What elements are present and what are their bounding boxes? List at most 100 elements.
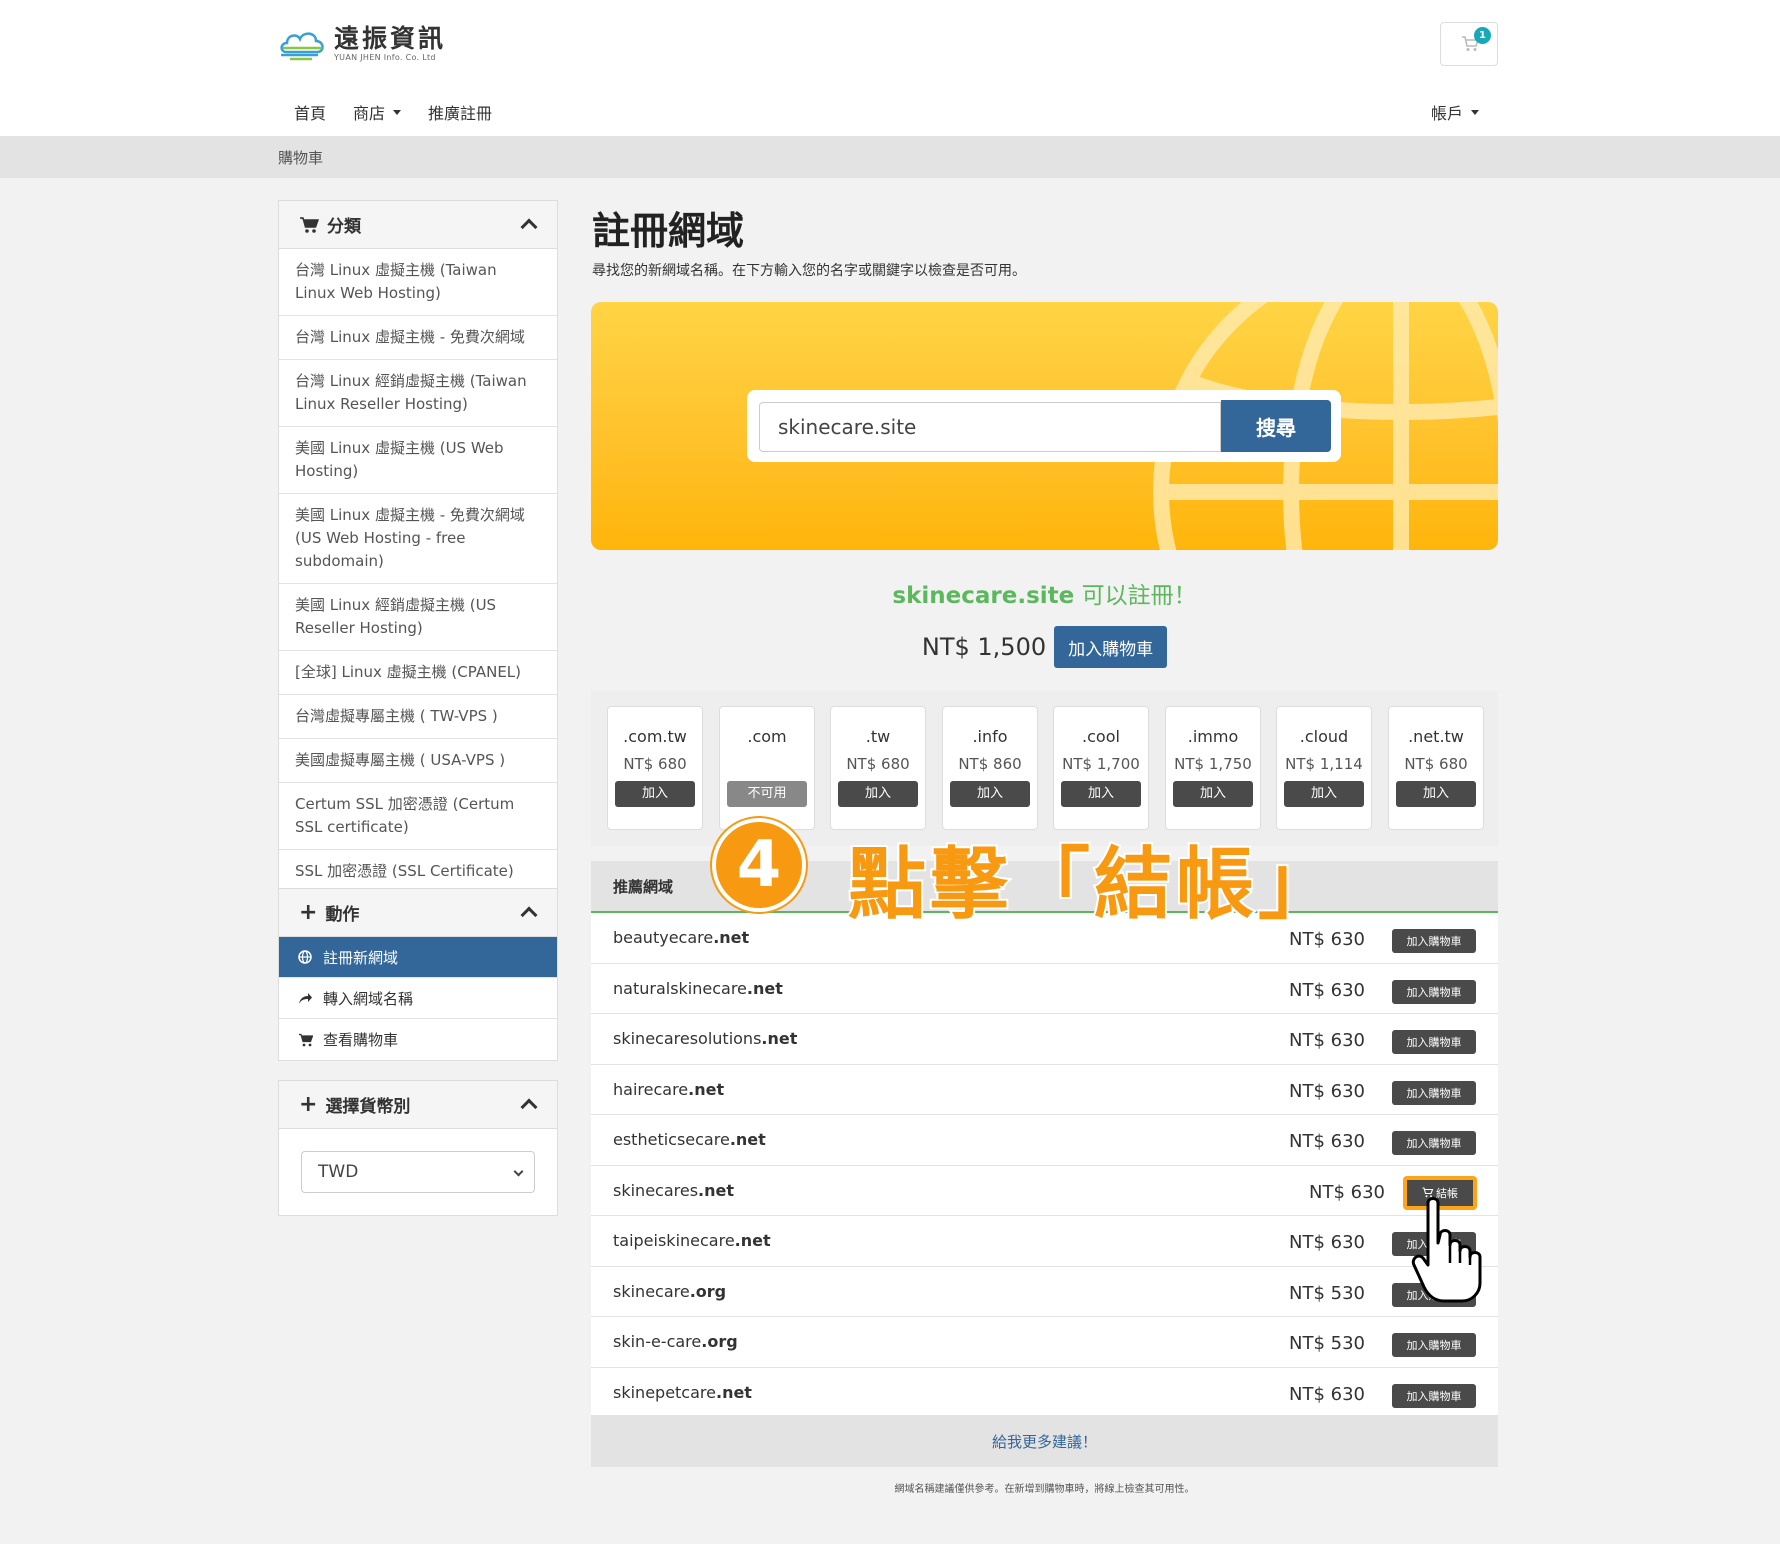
brand-name-en: YUAN JHEN Info. Co. Ltd	[334, 52, 436, 62]
chevron-up-icon[interactable]	[520, 906, 538, 924]
suggestion-domain: estheticsecare.net	[613, 1130, 766, 1149]
tld-price: NT$ 1,750	[1174, 755, 1252, 773]
tld-name: .info	[972, 727, 1008, 746]
cloud-logo-icon	[280, 32, 324, 61]
nav-account[interactable]: 帳戶	[1431, 100, 1480, 124]
tld-name: .immo	[1187, 727, 1239, 746]
tld-add-button[interactable]: 加入	[615, 781, 695, 807]
action-transfer-domain[interactable]: 轉入網域名稱	[279, 978, 557, 1019]
tld-card: .tw NT$ 680 加入	[830, 706, 926, 830]
tld-add-button[interactable]: 加入	[1061, 781, 1141, 807]
tld-add-button[interactable]: 加入	[1284, 781, 1364, 807]
tld-price: NT$ 680	[846, 755, 910, 773]
add-to-cart-button[interactable]: 加入購物車	[1392, 929, 1476, 953]
categories-title: 分類	[327, 217, 361, 237]
suggestion-row: naturalskinecare.net NT$ 630 加入購物車	[591, 964, 1498, 1014]
pointer-hand-icon	[1411, 1197, 1482, 1303]
add-to-cart-button[interactable]: 加入購物車	[1392, 1333, 1476, 1357]
currency-header[interactable]: + 選擇貨幣別	[279, 1081, 557, 1129]
action-register-domain[interactable]: 註冊新網域	[279, 937, 557, 978]
domain-tld: .net	[746, 978, 783, 998]
categories-header[interactable]: 分類	[279, 201, 557, 249]
category-item[interactable]: [全球] Linux 虛擬主機 (CPANEL)	[279, 651, 557, 695]
domain-sld: estheticsecare	[613, 1130, 730, 1149]
main-nav: 首頁 商店 推廣註冊	[294, 100, 519, 124]
chevron-up-icon[interactable]	[520, 1098, 538, 1116]
add-to-cart-button[interactable]: 加入購物車	[1392, 979, 1476, 1004]
nav-affiliate[interactable]: 推廣註冊	[428, 100, 492, 124]
suggestions-footnote: 網域名稱建議僅供參考。在新增到購物車時，將線上檢查其可用性。	[894, 1484, 1195, 1495]
actions-panel: + 動作 註冊新網域 轉入網域名稱 查看購物車	[278, 888, 558, 1061]
cart-icon	[297, 1033, 313, 1047]
suggestion-row: skinecares.net NT$ 630 結帳	[591, 1166, 1498, 1216]
category-item[interactable]: 美國 Linux 虛擬主機 (US Web Hosting)	[279, 427, 557, 494]
tld-price: NT$ 1,700	[1062, 755, 1140, 773]
tld-add-button[interactable]: 加入	[950, 781, 1030, 807]
add-to-cart-button[interactable]: 加入購物車	[1392, 1383, 1476, 1408]
add-to-cart-button[interactable]: 加入購物車	[1392, 1080, 1476, 1105]
tld-card: .com.tw NT$ 680 加入	[607, 706, 703, 830]
suggestion-price: NT$ 530	[1289, 1282, 1365, 1304]
tld-name: .tw	[865, 727, 891, 746]
category-item[interactable]: 美國 Linux 經銷虛擬主機 (US Reseller Hosting)	[279, 584, 557, 651]
suggestion-row: estheticsecare.net NT$ 630 加入購物車	[591, 1115, 1498, 1166]
tld-card: .net.tw NT$ 680 加入	[1388, 706, 1484, 830]
tld-add-button[interactable]: 加入	[1396, 781, 1476, 807]
suggestion-price: NT$ 630	[1289, 1080, 1365, 1102]
step-instruction: 點擊「結帳」	[846, 838, 1341, 932]
add-to-cart-button[interactable]: 加入購物車	[1054, 626, 1168, 668]
currency-select[interactable]: TWD	[301, 1151, 535, 1193]
caret-down-icon	[393, 109, 402, 115]
domain-search-input[interactable]: skinecare.site	[759, 402, 1221, 452]
category-item[interactable]: 台灣 Linux 虛擬主機 (Taiwan Linux Web Hosting)	[279, 249, 557, 316]
nav-shop-label: 商店	[353, 104, 386, 123]
domain-tld: .net	[698, 1180, 735, 1200]
domain-tld: .net	[761, 1029, 798, 1048]
category-item[interactable]: SSL 加密憑證 (SSL Certificate)	[279, 850, 557, 893]
domain-sld: hairecare	[613, 1079, 689, 1099]
suggestion-domain: skinepetcare.net	[613, 1383, 752, 1402]
category-item[interactable]: 美國虛擬專屬主機 ( USA-VPS )	[279, 739, 557, 783]
suggestion-domain: skinecares.net	[613, 1181, 734, 1200]
add-to-cart-button[interactable]: 加入購物車	[1392, 1131, 1476, 1155]
page-subtitle: 尋找您的新網域名稱。在下方輸入您的名字或關鍵字以檢查是否可用。	[592, 263, 1026, 279]
action-label: 註冊新網域	[323, 948, 399, 967]
actions-header[interactable]: + 動作	[279, 889, 557, 937]
nav-home[interactable]: 首頁	[294, 100, 326, 124]
categories-panel: 分類 台灣 Linux 虛擬主機 (Taiwan Linux Web Hosti…	[278, 200, 558, 894]
price-row: NT$ 1,500 加入購物車	[591, 626, 1498, 668]
tld-card: .com 不可用	[719, 706, 815, 830]
chevron-up-icon[interactable]	[520, 218, 538, 236]
category-item[interactable]: 美國 Linux 虛擬主機 - 免費次網域 (US Web Hosting - …	[279, 494, 557, 584]
action-view-cart[interactable]: 查看購物車	[279, 1019, 557, 1060]
tld-unavailable-button: 不可用	[727, 781, 807, 807]
add-to-cart-button[interactable]: 加入購物車	[1392, 1030, 1476, 1054]
step-number-badge: 4	[712, 818, 806, 912]
category-item[interactable]: Certum SSL 加密憑證 (Certum SSL certificate)	[279, 783, 557, 850]
cart-button[interactable]: 1	[1440, 22, 1498, 66]
category-item[interactable]: 台灣 Linux 虛擬主機 - 免費次網域	[279, 316, 557, 360]
tld-name: .cloud	[1299, 727, 1349, 746]
brand-name: 遠振資訊	[334, 23, 447, 53]
tld-add-button[interactable]: 加入	[1173, 781, 1253, 807]
domain-search-hero: skinecare.site 搜尋	[591, 302, 1498, 550]
suggestion-price: NT$ 530	[1289, 1333, 1365, 1354]
tld-add-button[interactable]: 加入	[838, 781, 918, 807]
brand-logo[interactable]: 遠振資訊 YUAN JHEN Info. Co. Ltd	[278, 24, 446, 62]
nav-shop[interactable]: 商店	[353, 100, 402, 124]
domain-sld: skinepetcare	[613, 1382, 716, 1402]
currency-panel: + 選擇貨幣別 TWD	[278, 1080, 558, 1216]
suggestion-domain: skinecare.org	[613, 1282, 726, 1301]
domain-sld: skinecaresolutions	[613, 1029, 762, 1048]
suggestions-list: beautyecare.net NT$ 630 加入購物車 naturalski…	[591, 913, 1498, 1418]
category-item[interactable]: 台灣虛擬專屬主機 ( TW-VPS )	[279, 695, 557, 739]
category-item[interactable]: 台灣 Linux 經銷虛擬主機 (Taiwan Linux Reseller H…	[279, 360, 557, 427]
cart-count-badge: 1	[1474, 27, 1491, 44]
suggestion-price: NT$ 630	[1289, 1232, 1365, 1253]
domain-tld: .net	[713, 928, 750, 947]
nav-account-label: 帳戶	[1431, 104, 1464, 123]
more-suggestions-link[interactable]: 給我更多建議！	[591, 1415, 1498, 1467]
suggestion-row: hairecare.net NT$ 630 加入購物車	[591, 1065, 1498, 1115]
globe-icon	[297, 950, 313, 964]
search-button[interactable]: 搜尋	[1221, 400, 1331, 452]
